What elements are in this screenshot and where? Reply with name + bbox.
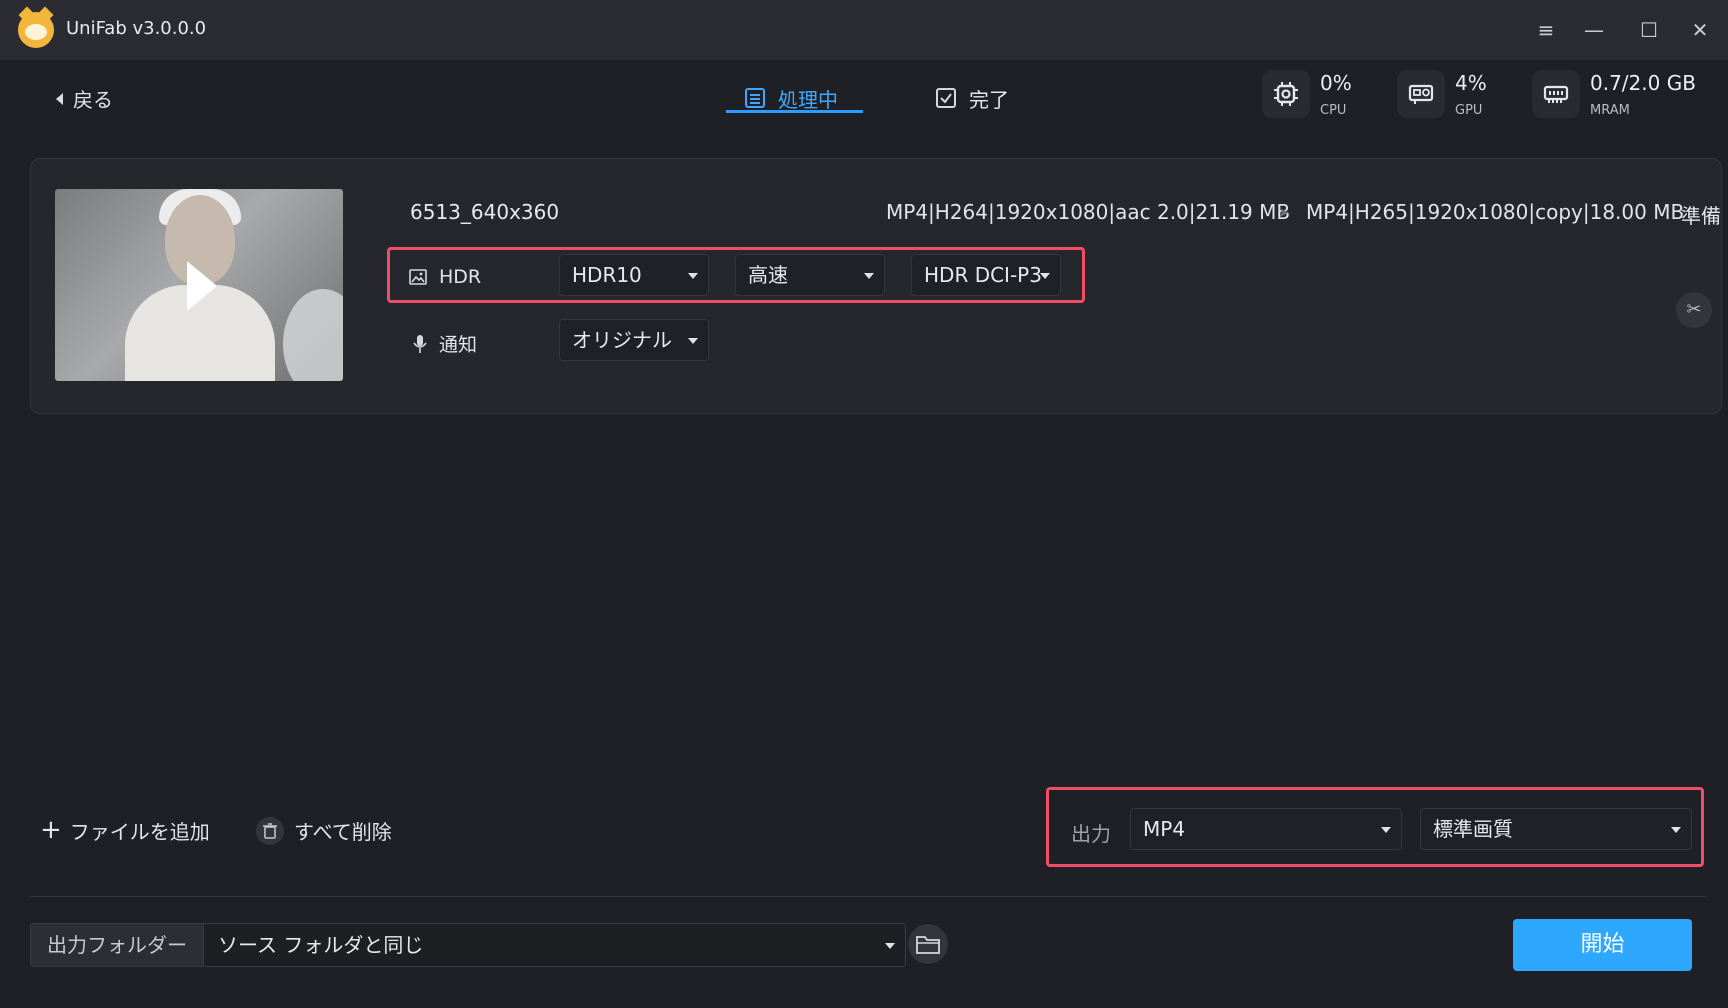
add-file-button[interactable]: + ファイルを追加	[40, 814, 210, 845]
file-card: 6513_640x360 MP4|H264|1920x1080|aac 2.0|…	[30, 158, 1722, 414]
arrow-right-icon: ➤	[1278, 205, 1290, 221]
minimize-button[interactable]: —	[1578, 14, 1610, 46]
add-file-label: ファイルを追加	[69, 820, 210, 844]
audio-track-value: オリジナル	[572, 328, 672, 352]
close-button[interactable]: ✕	[1684, 14, 1716, 46]
divider	[30, 896, 1706, 897]
gpu-label: GPU	[1455, 102, 1483, 118]
title-bar: UniFab v3.0.0.0 ≡ — ☐ ✕	[0, 0, 1728, 60]
scissors-icon[interactable]: ✂	[1676, 292, 1712, 328]
memory-value: 0.7/2.0 GB	[1590, 70, 1696, 95]
tab-processing-label: 処理中	[778, 87, 838, 112]
chevron-down-icon	[885, 943, 895, 949]
microphone-icon	[413, 334, 427, 353]
tab-completed-label: 完了	[969, 87, 1009, 112]
cpu-value: 0%	[1320, 70, 1352, 95]
checkbox-icon	[936, 88, 956, 108]
maximize-button[interactable]: ☐	[1633, 14, 1665, 46]
play-icon[interactable]	[187, 261, 217, 311]
folder-icon[interactable]	[908, 924, 948, 964]
delete-all-button[interactable]: すべて削除	[256, 816, 392, 845]
back-label: 戻る	[73, 88, 113, 112]
audio-row-label: 通知	[413, 330, 477, 357]
active-tab-indicator	[726, 110, 863, 113]
cpu-label: CPU	[1320, 102, 1347, 118]
tab-completed[interactable]: 完了	[935, 82, 1009, 114]
menu-icon[interactable]: ≡	[1530, 14, 1562, 46]
chevron-down-icon	[688, 338, 698, 344]
audio-label: 通知	[439, 334, 478, 356]
delete-all-label: すべて削除	[294, 820, 392, 844]
gpu-value: 4%	[1455, 70, 1487, 95]
highlight-box	[387, 247, 1085, 303]
output-folder-dropdown[interactable]: ソース フォルダと同じ	[204, 923, 906, 967]
chevron-left-icon	[56, 92, 63, 105]
cpu-stat: 0% CPU	[1262, 70, 1352, 118]
file-name: 6513_640x360	[410, 200, 560, 224]
app-logo-icon	[18, 12, 54, 48]
plus-icon: +	[40, 814, 62, 845]
gpu-icon	[1397, 70, 1445, 118]
list-icon	[745, 88, 765, 108]
memory-icon	[1532, 70, 1580, 118]
highlight-box	[1046, 787, 1704, 867]
status-text: 準備	[1681, 204, 1721, 228]
source-info: MP4|H264|1920x1080|aac 2.0|21.19 MB	[886, 200, 1291, 224]
output-folder-label: 出力フォルダー	[30, 923, 204, 967]
memory-stat: 0.7/2.0 GB MRAM	[1532, 70, 1696, 118]
output-info: MP4|H265|1920x1080|copy|18.00 MB	[1306, 200, 1685, 224]
audio-track-dropdown[interactable]: オリジナル	[559, 319, 709, 361]
gpu-stat: 4% GPU	[1397, 70, 1487, 118]
output-folder-value: ソース フォルダと同じ	[218, 933, 424, 957]
cpu-icon	[1262, 70, 1310, 118]
start-button[interactable]: 開始	[1513, 919, 1692, 971]
back-button[interactable]: 戻る	[56, 84, 113, 113]
memory-label: MRAM	[1590, 102, 1630, 118]
trash-icon	[256, 816, 284, 845]
video-thumbnail[interactable]	[55, 189, 343, 381]
app-title: UniFab v3.0.0.0	[66, 18, 207, 39]
